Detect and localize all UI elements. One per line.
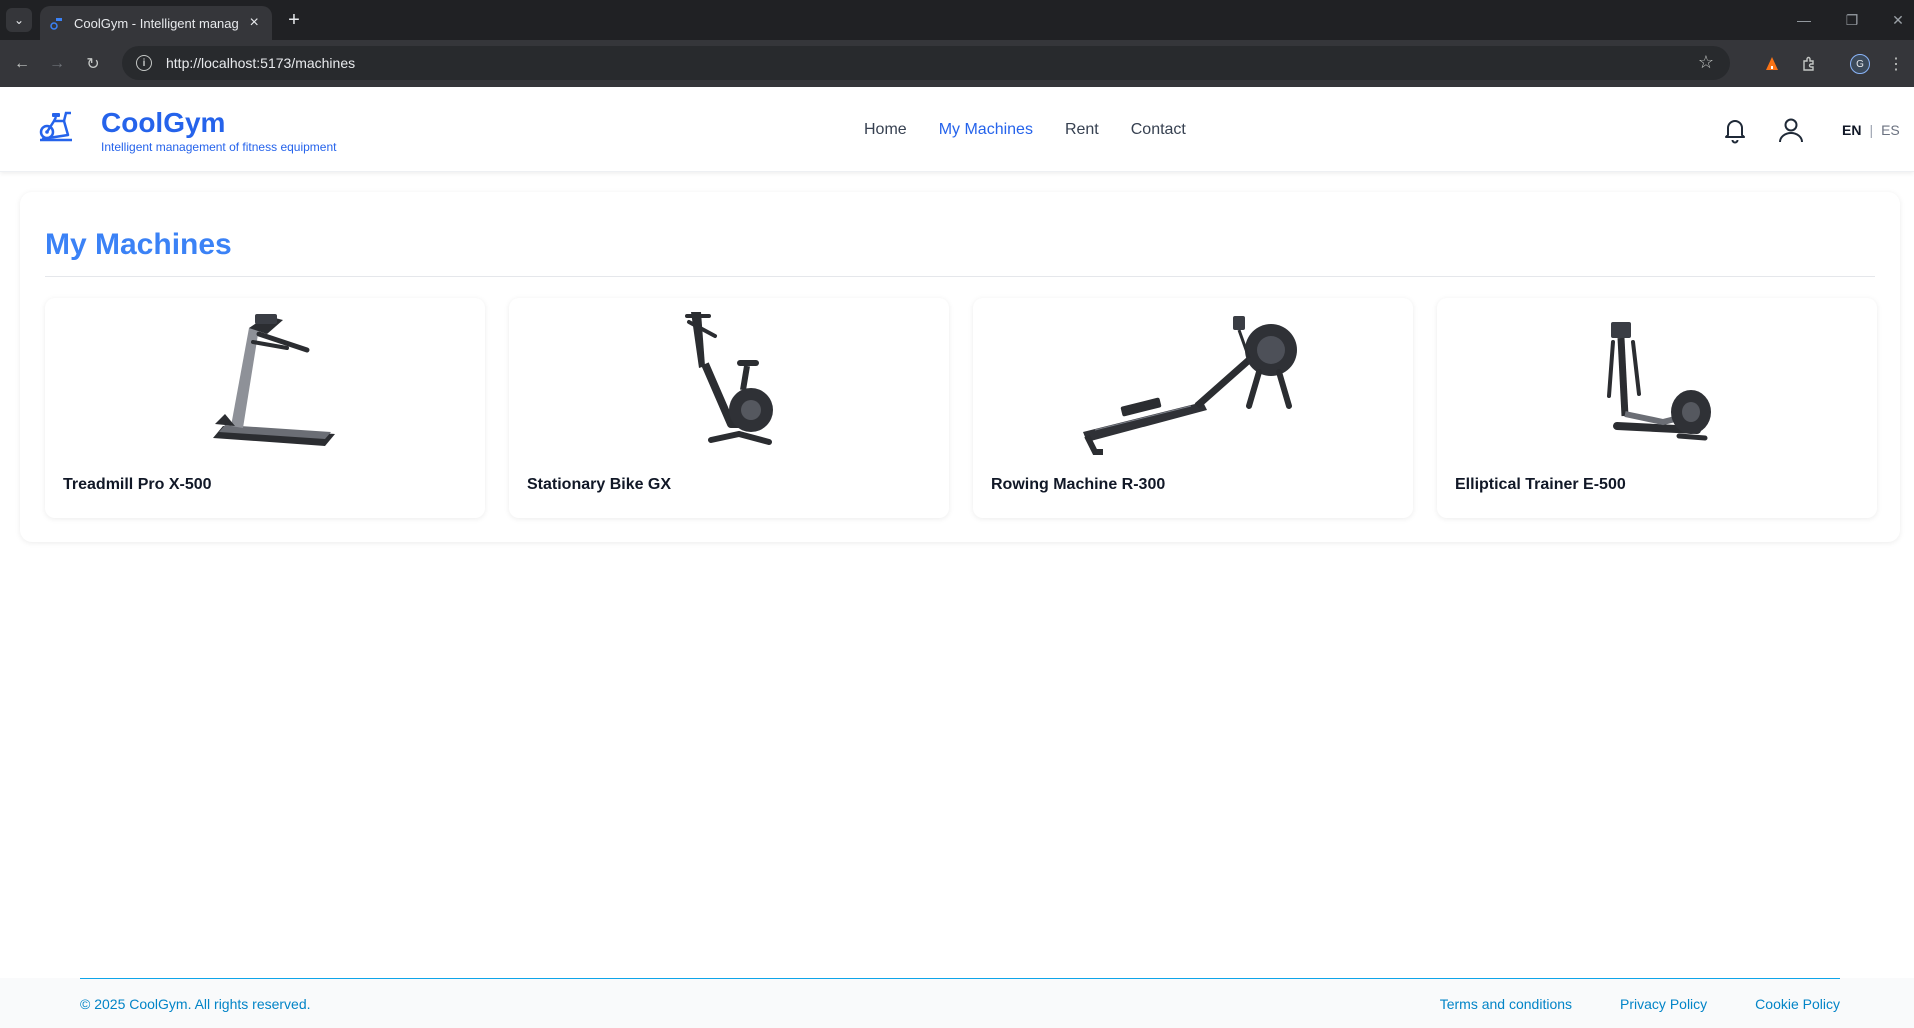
rowing-machine-icon: [973, 306, 1413, 456]
tab-strip: ⌄ CoolGym - Intelligent management of fi…: [0, 0, 1914, 40]
footer-divider: [80, 978, 1840, 979]
profile-avatar[interactable]: G: [1848, 52, 1872, 76]
brand[interactable]: CoolGym Intelligent management of fitnes…: [101, 107, 337, 155]
lang-en[interactable]: EN: [1842, 122, 1861, 138]
browser-tab[interactable]: CoolGym - Intelligent management of fitn…: [40, 6, 272, 40]
coolgym-logo-icon[interactable]: [38, 107, 74, 143]
minimize-icon[interactable]: —: [1784, 6, 1824, 34]
site-info-icon[interactable]: i: [136, 55, 152, 71]
tab-search-chevron-icon[interactable]: ⌄: [6, 8, 32, 32]
nav-my-machines[interactable]: My Machines: [939, 121, 1033, 139]
lang-separator: |: [1869, 122, 1874, 138]
notification-bell-icon[interactable]: [1720, 115, 1750, 145]
machine-card[interactable]: Treadmill Pro X-500: [45, 298, 485, 518]
copyright-text: © 2025 CoolGym. All rights reserved.: [80, 996, 311, 1012]
machine-name: Stationary Bike GX: [527, 476, 672, 493]
forward-icon[interactable]: →: [43, 50, 71, 78]
back-icon[interactable]: ←: [8, 50, 36, 78]
page-title: My Machines: [45, 228, 232, 261]
elliptical-trainer-icon: [1437, 306, 1877, 456]
extensions-puzzle-icon[interactable]: [1797, 52, 1821, 76]
address-url[interactable]: http://localhost:5173/machines: [166, 55, 355, 71]
address-bar[interactable]: i http://localhost:5173/machines ☆: [122, 46, 1730, 80]
machine-name: Rowing Machine R-300: [991, 476, 1166, 493]
browser-menu-icon[interactable]: ⋮: [1884, 52, 1908, 76]
app-header: CoolGym Intelligent management of fitnes…: [0, 87, 1914, 172]
brand-name: CoolGym: [101, 107, 226, 138]
bookmark-star-icon[interactable]: ☆: [1698, 52, 1714, 73]
machines-panel: My Machines Treadmill Pro X-500 Stationa…: [20, 192, 1900, 542]
machine-cards: Treadmill Pro X-500 Stationary Bike GX R…: [45, 298, 1877, 518]
nav-home[interactable]: Home: [864, 121, 907, 139]
extension-alert-icon[interactable]: [1760, 52, 1784, 76]
user-account-icon[interactable]: [1776, 115, 1806, 145]
cookie-link[interactable]: Cookie Policy: [1755, 996, 1840, 1012]
machine-card[interactable]: Rowing Machine R-300: [973, 298, 1413, 518]
main-nav: Home My Machines Rent Contact: [864, 121, 1186, 139]
language-switcher: EN | ES: [1842, 122, 1900, 138]
nav-rent[interactable]: Rent: [1065, 121, 1099, 139]
terms-link[interactable]: Terms and conditions: [1440, 996, 1572, 1012]
browser-toolbar: ← → ↻ i http://localhost:5173/machines ☆…: [0, 40, 1914, 87]
window-close-icon[interactable]: ✕: [1878, 6, 1914, 34]
reload-icon[interactable]: ↻: [79, 50, 107, 78]
machine-card[interactable]: Stationary Bike GX: [509, 298, 949, 518]
machine-card[interactable]: Elliptical Trainer E-500: [1437, 298, 1877, 518]
lang-es[interactable]: ES: [1881, 122, 1900, 138]
title-divider: [45, 276, 1875, 277]
machine-name: Treadmill Pro X-500: [63, 476, 212, 493]
stationary-bike-icon: [509, 306, 949, 456]
machine-name: Elliptical Trainer E-500: [1455, 476, 1626, 493]
restore-icon[interactable]: ❐: [1832, 6, 1872, 34]
treadmill-icon: [45, 306, 485, 456]
footer: © 2025 CoolGym. All rights reserved. Ter…: [0, 978, 1914, 1028]
tab-favicon-icon: [50, 16, 64, 30]
new-tab-icon[interactable]: +: [282, 8, 306, 32]
brand-tagline: Intelligent management of fitness equipm…: [101, 140, 337, 154]
footer-links: Terms and conditions Privacy Policy Cook…: [1440, 996, 1840, 1012]
tab-title: CoolGym - Intelligent management of fitn…: [74, 15, 239, 31]
privacy-link[interactable]: Privacy Policy: [1620, 996, 1707, 1012]
nav-contact[interactable]: Contact: [1131, 121, 1186, 139]
browser-chrome: ⌄ CoolGym - Intelligent management of fi…: [0, 0, 1914, 87]
profile-initial: G: [1850, 54, 1870, 74]
tab-close-icon[interactable]: ×: [246, 14, 262, 32]
